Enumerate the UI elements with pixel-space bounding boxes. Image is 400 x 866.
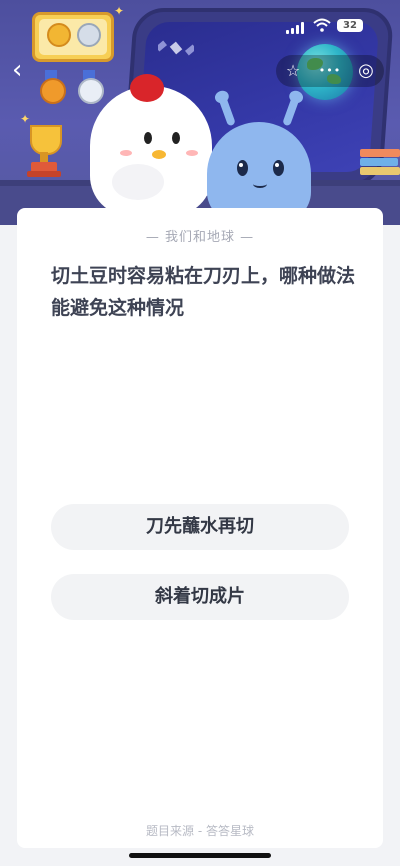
answer-option-2[interactable]: 斜着切成片 (51, 574, 349, 620)
cellular-signal-icon (286, 22, 306, 34)
orange-medal-icon (38, 70, 66, 104)
chicken-mascot (90, 86, 212, 216)
alien-mascot (207, 88, 311, 222)
question-source: 题目来源 - 答答星球 (146, 824, 254, 838)
question-card: — 我们和地球 — 切土豆时容易粘在刀刃上，哪种做法能避免这种情况 刀先蘸水再切… (17, 208, 383, 848)
star-icon[interactable]: ☆ (276, 55, 310, 87)
section-title: — 我们和地球 — (145, 230, 255, 245)
wifi-icon (313, 18, 331, 32)
status-bar: 32 (0, 0, 400, 44)
answer-option-1[interactable]: 刀先蘸水再切 (51, 504, 349, 550)
chevron-left-icon: ‹ (12, 55, 23, 85)
books-icon (360, 145, 400, 181)
close-target-icon[interactable]: ◎ (349, 55, 383, 87)
white-medal-icon (76, 70, 104, 104)
more-icon[interactable]: ••• (313, 55, 347, 87)
trophy-icon (22, 125, 66, 181)
mini-program-capsule: ☆ ••• ◎ (276, 55, 384, 87)
chicken-comb (130, 74, 164, 102)
question-text: 切土豆时容易粘在刀刃上，哪种做法能避免这种情况 (51, 265, 356, 319)
battery-indicator: 32 (337, 19, 363, 32)
sparkle-icon: ✦ (20, 112, 31, 126)
back-button[interactable]: ‹ (12, 56, 40, 84)
home-indicator[interactable] (129, 853, 271, 858)
